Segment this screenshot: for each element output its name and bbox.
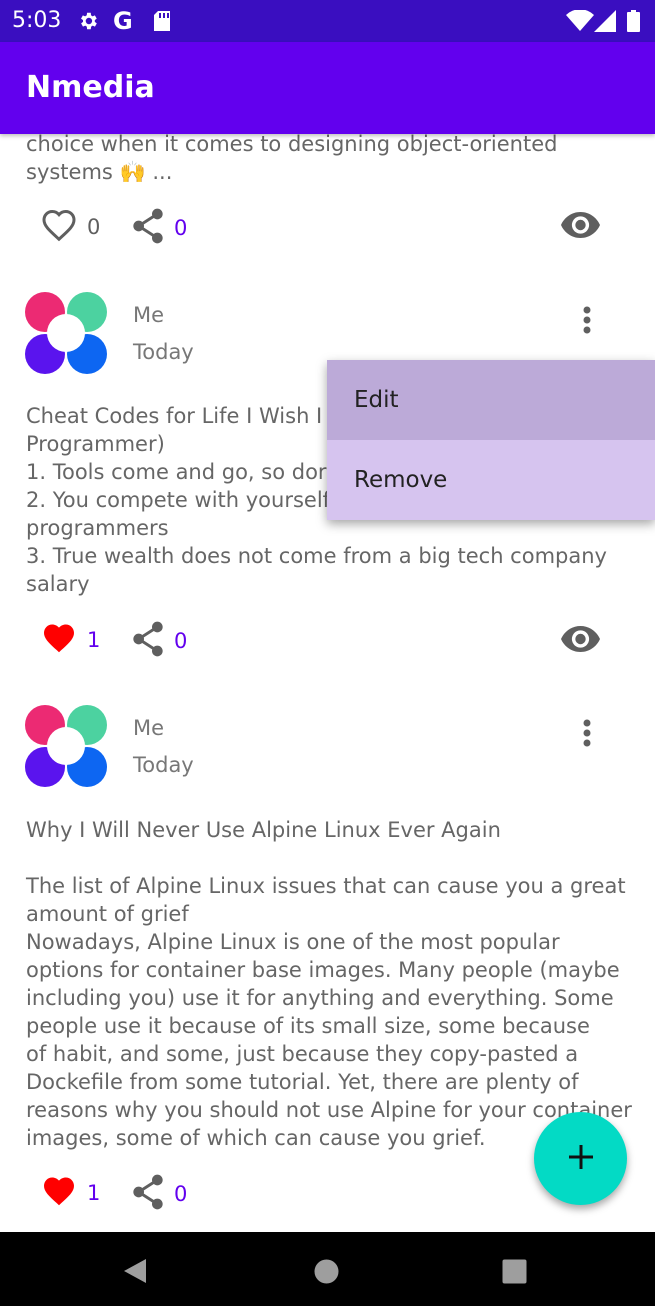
menu-item-edit[interactable]: Edit: [327, 360, 655, 440]
home-icon[interactable]: [314, 1259, 339, 1288]
post-popup-menu: Edit Remove: [327, 360, 655, 520]
heart-filled-icon: [41, 621, 77, 659]
share-button[interactable]: 0: [132, 208, 187, 248]
battery-icon: [627, 10, 640, 36]
share-button[interactable]: 0: [132, 621, 187, 661]
post-author: Me: [133, 303, 165, 327]
post-author: Me: [133, 716, 165, 740]
like-button[interactable]: 1: [41, 1174, 100, 1212]
app-title: Nmedia: [26, 70, 155, 105]
more-vert-icon[interactable]: [572, 300, 602, 340]
eye-icon[interactable]: [561, 212, 600, 238]
status-bar: 5:03 G: [0, 0, 655, 42]
like-count: 1: [87, 628, 101, 652]
avatar[interactable]: [25, 292, 107, 374]
plus-icon: [567, 1143, 595, 1175]
share-icon: [132, 1174, 164, 1214]
post-content: Why I Will Never Use Alpine Linux Ever A…: [26, 818, 632, 1150]
avatar[interactable]: [25, 705, 107, 787]
share-icon: [132, 621, 164, 661]
app-bar: Nmedia: [0, 42, 655, 134]
eye-icon[interactable]: [561, 626, 600, 652]
more-vert-icon[interactable]: [572, 713, 602, 753]
like-count: 0: [87, 215, 101, 239]
status-time: 5:03: [12, 8, 62, 33]
share-button[interactable]: 0: [132, 1174, 187, 1214]
wifi-icon: [566, 9, 594, 36]
google-g-icon: G: [113, 7, 133, 35]
share-count: 0: [174, 1182, 188, 1206]
post-date: Today: [133, 340, 194, 364]
signal-icon: [594, 10, 616, 36]
like-button[interactable]: 1: [41, 621, 100, 659]
share-icon: [132, 208, 164, 248]
like-count: 1: [87, 1181, 101, 1205]
system-nav-bar: [0, 1232, 655, 1306]
share-count: 0: [174, 629, 188, 653]
gear-icon: [77, 10, 99, 36]
recents-icon[interactable]: [502, 1259, 527, 1288]
back-icon[interactable]: [122, 1258, 148, 1288]
add-post-button[interactable]: [534, 1112, 627, 1205]
share-count: 0: [174, 216, 188, 240]
heart-filled-icon: [41, 1174, 77, 1212]
heart-outline-icon: [41, 208, 77, 246]
post-date: Today: [133, 753, 194, 777]
like-button[interactable]: 0: [41, 208, 100, 246]
post-content: choice when it comes to designing object…: [26, 134, 558, 184]
post-feed[interactable]: choice when it comes to designing object…: [0, 134, 655, 1232]
sd-card-icon: [152, 10, 172, 36]
menu-item-remove[interactable]: Remove: [327, 440, 655, 520]
